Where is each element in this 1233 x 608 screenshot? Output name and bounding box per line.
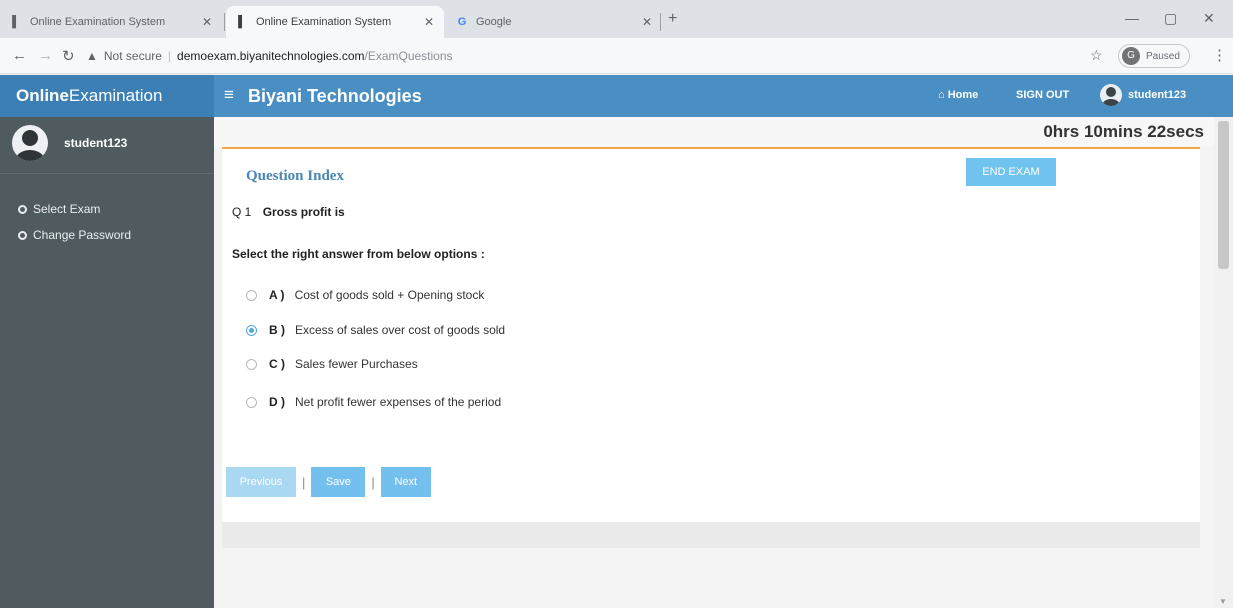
sidebar-item-change-password[interactable]: Change Password [18, 228, 131, 242]
tab-strip: ▌ Online Examination System ✕ ▌ Online E… [0, 0, 1233, 38]
reload-icon[interactable]: ↻ [62, 47, 75, 65]
home-label: Home [947, 89, 979, 101]
button-separator: | [302, 474, 306, 490]
home-link[interactable]: ⌂ Home [938, 89, 978, 101]
option-a-radio[interactable] [246, 289, 257, 301]
sidebar: student123 Select Exam Change Password [0, 117, 214, 608]
google-icon: G [457, 16, 467, 28]
panel-footer [222, 522, 1200, 548]
profile-button[interactable]: G Paused [1118, 44, 1190, 68]
option-d[interactable]: D ) Net profit fewer expenses of the per… [246, 395, 501, 409]
option-c-radio[interactable] [246, 358, 257, 370]
navigation-buttons: Previous | Save | Next [226, 467, 431, 497]
home-icon: ⌂ [938, 89, 948, 101]
timer-bar: 0hrs 10mins 22secs [214, 117, 1214, 147]
sidebar-item-label: Select Exam [33, 202, 101, 216]
tab-google[interactable]: G Google ✕ [446, 6, 662, 38]
user-silhouette-icon [1102, 87, 1120, 106]
bookmark-star-icon[interactable]: ☆ [1090, 47, 1103, 64]
profile-avatar: G [1122, 47, 1140, 65]
option-label: B ) [269, 323, 285, 337]
url-host: demoexam.biyanitechnologies.com [177, 49, 365, 63]
sidebar-divider [0, 173, 214, 174]
header-username[interactable]: student123 [1128, 89, 1186, 101]
option-a[interactable]: A ) Cost of goods sold + Opening stock [246, 288, 484, 302]
warning-icon: ▲ [86, 49, 98, 63]
new-tab-icon[interactable]: + [668, 10, 677, 28]
forward-icon[interactable]: → [38, 47, 53, 64]
hamburger-menu-icon[interactable]: ≡ [224, 85, 234, 105]
circle-icon [18, 204, 27, 214]
option-d-radio[interactable] [246, 396, 257, 408]
app-header: OnlineExamination ≡ Biyani Technologies … [0, 75, 1233, 117]
profile-status: Paused [1146, 50, 1180, 62]
option-text: Net profit fewer expenses of the period [295, 395, 502, 409]
sidebar-username: student123 [64, 136, 128, 150]
tab-online-exam-2[interactable]: ▌ Online Examination System ✕ [226, 6, 444, 38]
back-icon[interactable]: ← [12, 47, 27, 64]
brand-logo[interactable]: OnlineExamination [0, 75, 214, 117]
save-button[interactable]: Save [311, 467, 366, 497]
next-button[interactable]: Next [380, 467, 431, 497]
option-b-radio[interactable] [246, 324, 257, 336]
question-panel: Question Index END EXAM Q 1 Gross profit… [222, 149, 1200, 522]
option-label: D ) [269, 395, 285, 409]
end-exam-button[interactable]: END EXAM [966, 158, 1056, 186]
question: Q 1 Gross profit is [232, 205, 345, 219]
scroll-down-icon[interactable]: ▼ [1219, 597, 1227, 606]
page-icon: ▌ [12, 16, 20, 28]
tab-title: Online Examination System [256, 16, 392, 28]
tab-online-exam-1[interactable]: ▌ Online Examination System ✕ [0, 6, 222, 38]
page-scrollbar[interactable]: ▼ [1214, 117, 1233, 608]
user-silhouette-icon [15, 130, 45, 161]
close-icon[interactable]: ✕ [424, 15, 434, 29]
avatar [12, 125, 48, 161]
not-secure-label: Not secure [103, 49, 162, 63]
close-icon[interactable]: ✕ [202, 15, 212, 29]
option-label: C ) [269, 357, 285, 371]
sidebar-item-label: Change Password [33, 228, 132, 242]
option-text: Cost of goods sold + Opening stock [294, 288, 485, 302]
brand-bold: Online [16, 86, 69, 105]
page-icon: ▌ [238, 16, 246, 28]
question-number: Q 1 [232, 205, 252, 219]
url-path: /ExamQuestions [364, 49, 453, 63]
tab-divider [224, 13, 225, 31]
sign-out-link[interactable]: SIGN OUT [1016, 89, 1069, 101]
user-avatar[interactable] [1100, 84, 1122, 106]
address-toolbar: ← → ↻ ▲ Not secure | demoexam.biyanitech… [0, 38, 1233, 74]
option-text: Excess of sales over cost of goods sold [295, 323, 506, 337]
url-divider: | [167, 49, 172, 63]
browser-window: ▌ Online Examination System ✕ ▌ Online E… [0, 0, 1233, 608]
instruction-text: Select the right answer from below optio… [232, 247, 485, 261]
option-label: A ) [269, 288, 285, 302]
question-text: Gross profit is [262, 205, 345, 219]
exam-timer: 0hrs 10mins 22secs [1043, 122, 1204, 141]
company-title: Biyani Technologies [248, 86, 422, 106]
button-separator: | [371, 474, 375, 490]
scrollbar-thumb[interactable] [1218, 121, 1229, 269]
minimize-icon[interactable]: — [1125, 10, 1139, 26]
tab-title: Google [476, 16, 512, 28]
sidebar-user: student123 [12, 125, 127, 161]
close-icon[interactable]: ✕ [642, 15, 652, 29]
more-menu-icon[interactable]: ⋮ [1212, 46, 1227, 64]
tab-divider [660, 13, 661, 31]
previous-button[interactable]: Previous [226, 467, 296, 497]
maximize-icon[interactable]: ▢ [1164, 10, 1177, 27]
sidebar-item-select-exam[interactable]: Select Exam [18, 202, 100, 216]
option-c[interactable]: C ) Sales fewer Purchases [246, 357, 418, 371]
question-index-link[interactable]: Question Index [246, 168, 344, 185]
window-close-icon[interactable]: ✕ [1203, 10, 1215, 27]
brand-rest: Examination [68, 86, 163, 105]
url-bar[interactable]: ▲ Not secure | demoexam.biyanitechnologi… [86, 44, 1086, 68]
circle-icon [18, 230, 27, 240]
tab-title: Online Examination System [30, 16, 166, 28]
option-b[interactable]: B ) Excess of sales over cost of goods s… [246, 323, 505, 337]
option-text: Sales fewer Purchases [295, 357, 418, 371]
